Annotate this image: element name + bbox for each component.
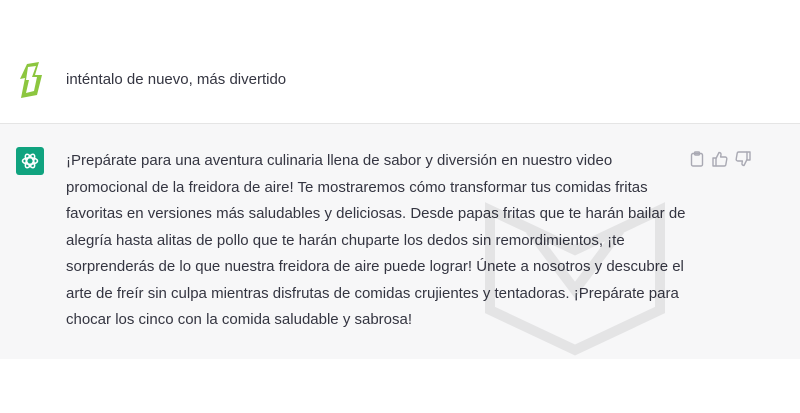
assistant-message-row: ¡Prepárate para una aventura culinaria l… bbox=[0, 124, 800, 359]
openai-logo-icon bbox=[16, 147, 44, 175]
thumbs-down-icon bbox=[735, 151, 751, 167]
clipboard-icon bbox=[690, 151, 704, 167]
like-button[interactable] bbox=[711, 150, 729, 168]
message-actions bbox=[688, 150, 752, 168]
user-message-row: inténtalo de nuevo, más divertido bbox=[0, 0, 800, 124]
dislike-button[interactable] bbox=[734, 150, 752, 168]
user-avatar-icon bbox=[18, 62, 44, 98]
copy-button[interactable] bbox=[688, 150, 706, 168]
assistant-message-text: ¡Prepárate para una aventura culinaria l… bbox=[66, 152, 686, 328]
thumbs-up-icon bbox=[712, 151, 728, 167]
user-message-text: inténtalo de nuevo, más divertido bbox=[66, 71, 287, 88]
